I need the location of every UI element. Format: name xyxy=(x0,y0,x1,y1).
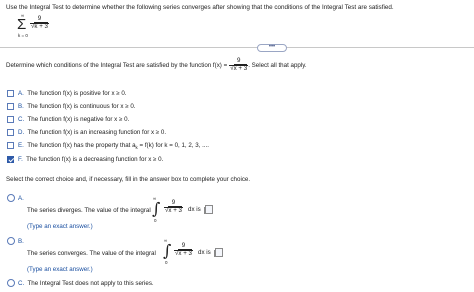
choice-b-answer-box[interactable] xyxy=(214,248,223,257)
series-denominator: k + 3 xyxy=(34,21,48,30)
choice-a-text: The series diverges. The value of the in… xyxy=(27,207,151,214)
condition-text: The function f(x) is continuous for x ≥ … xyxy=(27,103,136,110)
choice-c-letter: C. xyxy=(18,280,25,287)
choice-c[interactable]: C. The Integral Test does not apply to t… xyxy=(18,280,154,287)
choice-b-denominator: x + 3 xyxy=(178,248,192,257)
radio-c[interactable] xyxy=(7,279,15,287)
condition-letter: E. xyxy=(18,142,24,149)
condition-letter: B. xyxy=(18,103,24,110)
condition-f[interactable]: F. The function f(x) is a decreasing fun… xyxy=(18,156,163,163)
radio-b[interactable] xyxy=(7,237,15,245)
choice-a-letter[interactable]: A. xyxy=(18,195,24,202)
condition-text: The function f(x) has the property that … xyxy=(27,142,136,149)
condition-c[interactable]: C. The function f(x) is negative for x ≥… xyxy=(18,116,129,123)
divider-top xyxy=(0,47,474,48)
choice-b-hint: (Type an exact answer.) xyxy=(27,266,93,273)
choice-b-fraction: 9 √x + 3 xyxy=(174,242,193,257)
checkbox-f[interactable] xyxy=(7,156,14,163)
choice-b-letter[interactable]: B. xyxy=(18,238,24,245)
part1-prompt: Determine which conditions of the Integr… xyxy=(6,57,307,72)
sum-lower-limit: k = 0 xyxy=(18,33,28,38)
condition-a[interactable]: A. The function f(x) is positive for x ≥… xyxy=(18,90,127,97)
checkbox-d[interactable] xyxy=(7,129,14,136)
condition-d[interactable]: D. The function f(x) is an increasing fu… xyxy=(18,129,166,136)
part2-prompt: Select the correct choice and, if necess… xyxy=(6,176,251,183)
part1-prompt-after: . Select all that apply. xyxy=(248,61,307,69)
choice-a-dx: dx is xyxy=(188,206,201,213)
integral-icon: ∫ xyxy=(152,199,161,218)
part1-prompt-before: Determine which conditions of the Integr… xyxy=(6,61,228,69)
checkbox-e[interactable] xyxy=(7,142,14,149)
condition-text: The function f(x) is an increasing funct… xyxy=(27,129,167,136)
choice-a-hint: (Type an exact answer.) xyxy=(27,223,93,230)
condition-text-after: = f(k) for k = 0, 1, 2, 3, .... xyxy=(137,142,209,149)
condition-letter: D. xyxy=(18,129,25,136)
condition-text: The function f(x) is positive for x ≥ 0. xyxy=(27,90,127,97)
radio-a[interactable] xyxy=(7,194,15,202)
checkbox-a[interactable] xyxy=(7,90,14,97)
condition-text: The function f(x) is a decreasing functi… xyxy=(26,156,164,163)
choice-a-denominator: x + 3 xyxy=(168,205,182,214)
integral-icon: ∫ xyxy=(163,241,172,260)
choice-c-text: The Integral Test does not apply to this… xyxy=(27,280,154,287)
sigma-icon: Σ xyxy=(17,16,27,33)
expand-more-button[interactable]: ••• xyxy=(257,44,287,52)
checkbox-b[interactable] xyxy=(7,103,14,110)
choice-b-lower-limit: 0 xyxy=(165,260,168,265)
choice-a-fraction: 9 √x + 3 xyxy=(164,199,183,214)
part1-denominator: x + 3 xyxy=(233,63,248,72)
choice-a-answer-box[interactable] xyxy=(204,205,213,214)
condition-letter: C. xyxy=(18,116,25,123)
series-term-fraction: 9 √k + 3 xyxy=(30,15,49,30)
condition-b[interactable]: B. The function f(x) is continuous for x… xyxy=(18,103,135,110)
condition-letter: A. xyxy=(18,90,24,97)
condition-e[interactable]: E. The function f(x) has the property th… xyxy=(18,142,209,150)
choice-b-dx: dx is xyxy=(198,249,211,256)
choice-b-text: The series converges. The value of the i… xyxy=(27,250,156,257)
condition-text: The function f(x) is negative for x ≥ 0. xyxy=(27,116,130,123)
part1-fraction: 9 √x + 3 xyxy=(229,57,249,72)
choice-a-lower-limit: 0 xyxy=(154,218,157,223)
question-prompt: Use the Integral Test to determine wheth… xyxy=(6,4,394,11)
condition-letter: F. xyxy=(18,156,23,163)
checkbox-c[interactable] xyxy=(7,116,14,123)
